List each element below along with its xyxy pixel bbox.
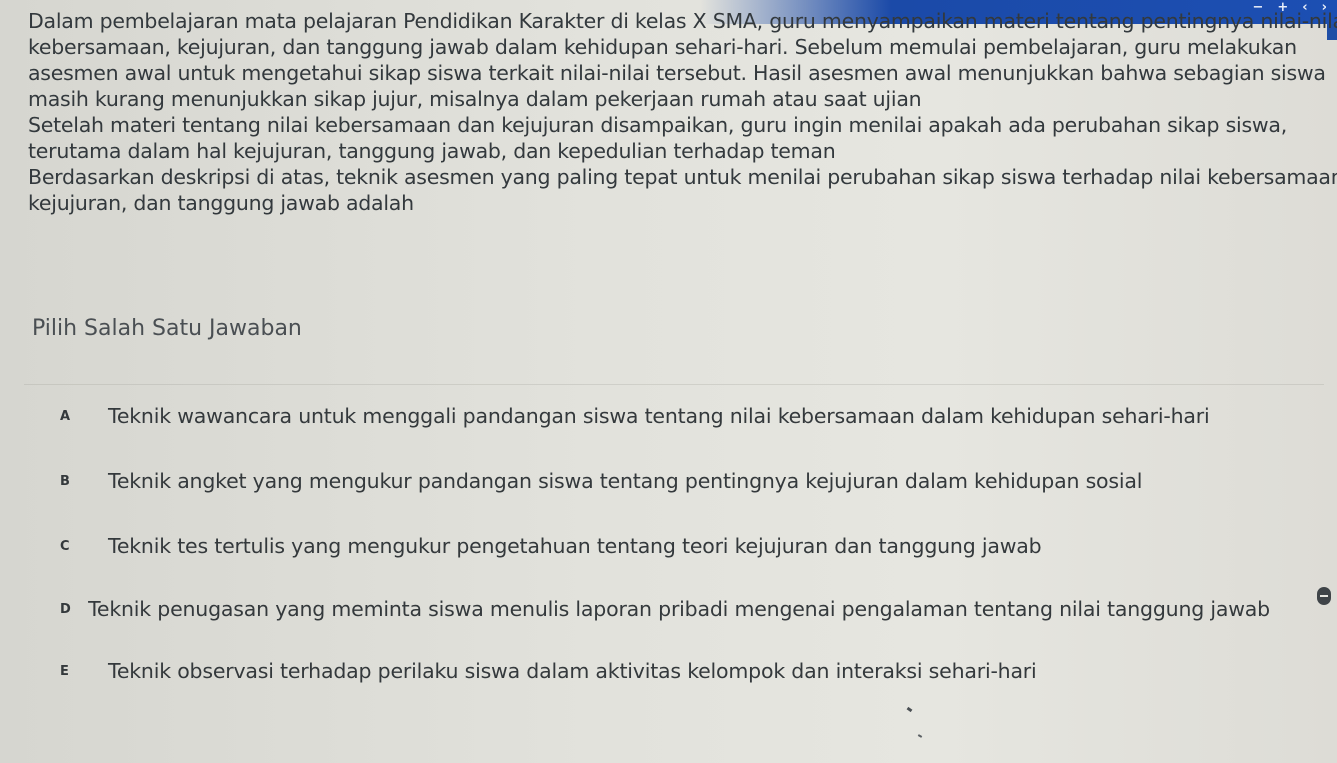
option-letter: A bbox=[60, 408, 71, 424]
side-toggle-icon[interactable] bbox=[1317, 587, 1331, 605]
question-line: kejujuran, dan tanggung jawab adalah bbox=[28, 191, 414, 215]
option-letter: D bbox=[60, 601, 71, 617]
question-line: terutama dalam hal kejujuran, tanggung j… bbox=[28, 139, 836, 163]
option-text: Teknik wawancara untuk menggali pandanga… bbox=[108, 404, 1210, 428]
question-text: Dalam pembelajaran mata pelajaran Pendid… bbox=[28, 8, 1337, 216]
question-line: Dalam pembelajaran mata pelajaran Pendid… bbox=[28, 9, 1337, 33]
answer-option-d[interactable]: D Teknik penugasan yang meminta siswa me… bbox=[50, 590, 1270, 628]
answer-instruction: Pilih Salah Satu Jawaban bbox=[32, 316, 302, 341]
stray-mark bbox=[917, 734, 923, 738]
option-text: Teknik angket yang mengukur pandangan si… bbox=[108, 469, 1143, 493]
stray-mark bbox=[906, 706, 913, 713]
question-line: Berdasarkan deskripsi di atas, teknik as… bbox=[28, 165, 1337, 189]
option-letter: E bbox=[60, 663, 69, 679]
section-divider bbox=[24, 384, 1324, 385]
question-line: asesmen awal untuk mengetahui sikap sisw… bbox=[28, 61, 1326, 85]
answer-option-a[interactable]: A Teknik wawancara untuk menggali pandan… bbox=[50, 397, 1270, 435]
option-letter: C bbox=[60, 538, 70, 554]
option-text: Teknik penugasan yang meminta siswa menu… bbox=[88, 597, 1270, 621]
answer-option-c[interactable]: C Teknik tes tertulis yang mengukur peng… bbox=[50, 527, 1270, 565]
question-line: masih kurang menunjukkan sikap jujur, mi… bbox=[28, 87, 922, 111]
answer-option-b[interactable]: B Teknik angket yang mengukur pandangan … bbox=[50, 462, 1270, 500]
answer-option-e[interactable]: E Teknik observasi terhadap perilaku sis… bbox=[50, 652, 1270, 690]
question-line: kebersamaan, kejujuran, dan tanggung jaw… bbox=[28, 35, 1297, 59]
page-background: − + ‹ › Dalam pembelajaran mata pelajara… bbox=[0, 0, 1337, 763]
option-text: Teknik observasi terhadap perilaku siswa… bbox=[108, 659, 1037, 683]
option-letter: B bbox=[60, 473, 70, 489]
question-line: Setelah materi tentang nilai kebersamaan… bbox=[28, 113, 1287, 137]
option-text: Teknik tes tertulis yang mengukur penget… bbox=[108, 534, 1042, 558]
